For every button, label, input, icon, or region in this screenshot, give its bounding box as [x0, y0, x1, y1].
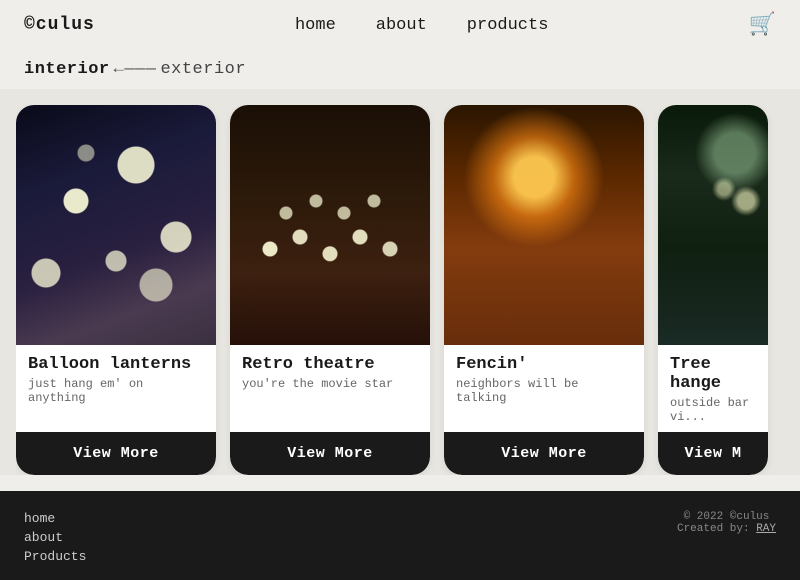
product-image-balloon	[16, 105, 216, 345]
product-title-fencing: Fencin'	[456, 355, 632, 374]
header: ©culus home about products 🛒	[0, 0, 800, 50]
footer-link-about[interactable]: about	[24, 530, 86, 545]
product-title-treehang: Tree hange	[670, 355, 756, 393]
footer-creator-link[interactable]: RAY	[756, 523, 776, 535]
footer: home about Products © 2022 ©culus Create…	[0, 491, 800, 580]
product-info-treehang: Tree hange outside bar vi...	[658, 345, 768, 432]
product-section: Balloon lanterns just hang em' on anythi…	[0, 89, 800, 475]
product-card-fencing: Fencin' neighbors will be talking View M…	[444, 105, 644, 475]
view-more-treehang[interactable]: View M	[658, 432, 768, 475]
product-card-retro: Retro theatre you're the movie star View…	[230, 105, 430, 475]
product-subtitle-treehang: outside bar vi...	[670, 396, 756, 424]
product-subtitle-balloon: just hang em' on anything	[28, 377, 204, 405]
product-info-retro: Retro theatre you're the movie star	[230, 345, 430, 432]
product-subtitle-fencing: neighbors will be talking	[456, 377, 632, 405]
product-image-retro	[230, 105, 430, 345]
view-more-balloon[interactable]: View More	[16, 432, 216, 475]
product-card-balloon: Balloon lanterns just hang em' on anythi…	[16, 105, 216, 475]
footer-link-home[interactable]: home	[24, 511, 86, 526]
product-info-balloon: Balloon lanterns just hang em' on anythi…	[16, 345, 216, 432]
nav-about[interactable]: about	[376, 16, 427, 35]
product-subtitle-retro: you're the movie star	[242, 377, 418, 391]
footer-link-products[interactable]: Products	[24, 549, 86, 564]
nav-home[interactable]: home	[295, 16, 336, 35]
cart-icon[interactable]: 🛒	[749, 12, 776, 38]
footer-links: home about Products	[24, 511, 86, 564]
footer-created-by: Created by: RAY	[677, 523, 776, 535]
main-nav: home about products	[295, 16, 548, 35]
footer-right: © 2022 ©culus Created by: RAY	[677, 511, 776, 535]
product-grid: Balloon lanterns just hang em' on anythi…	[16, 105, 784, 475]
filter-arrow: ←———	[114, 60, 157, 79]
filter-interior[interactable]: interior	[24, 60, 110, 79]
logo: ©culus	[24, 15, 95, 35]
product-image-treehang	[658, 105, 768, 345]
product-title-balloon: Balloon lanterns	[28, 355, 204, 374]
filter-bar: interior ←——— exterior	[0, 50, 800, 89]
footer-copyright: © 2022 ©culus	[677, 511, 776, 523]
nav-products[interactable]: products	[467, 16, 549, 35]
product-info-fencing: Fencin' neighbors will be talking	[444, 345, 644, 432]
view-more-fencing[interactable]: View More	[444, 432, 644, 475]
view-more-retro[interactable]: View More	[230, 432, 430, 475]
product-title-retro: Retro theatre	[242, 355, 418, 374]
product-card-treehang: Tree hange outside bar vi... View M	[658, 105, 768, 475]
filter-exterior[interactable]: exterior	[160, 60, 246, 79]
product-image-fencing	[444, 105, 644, 345]
